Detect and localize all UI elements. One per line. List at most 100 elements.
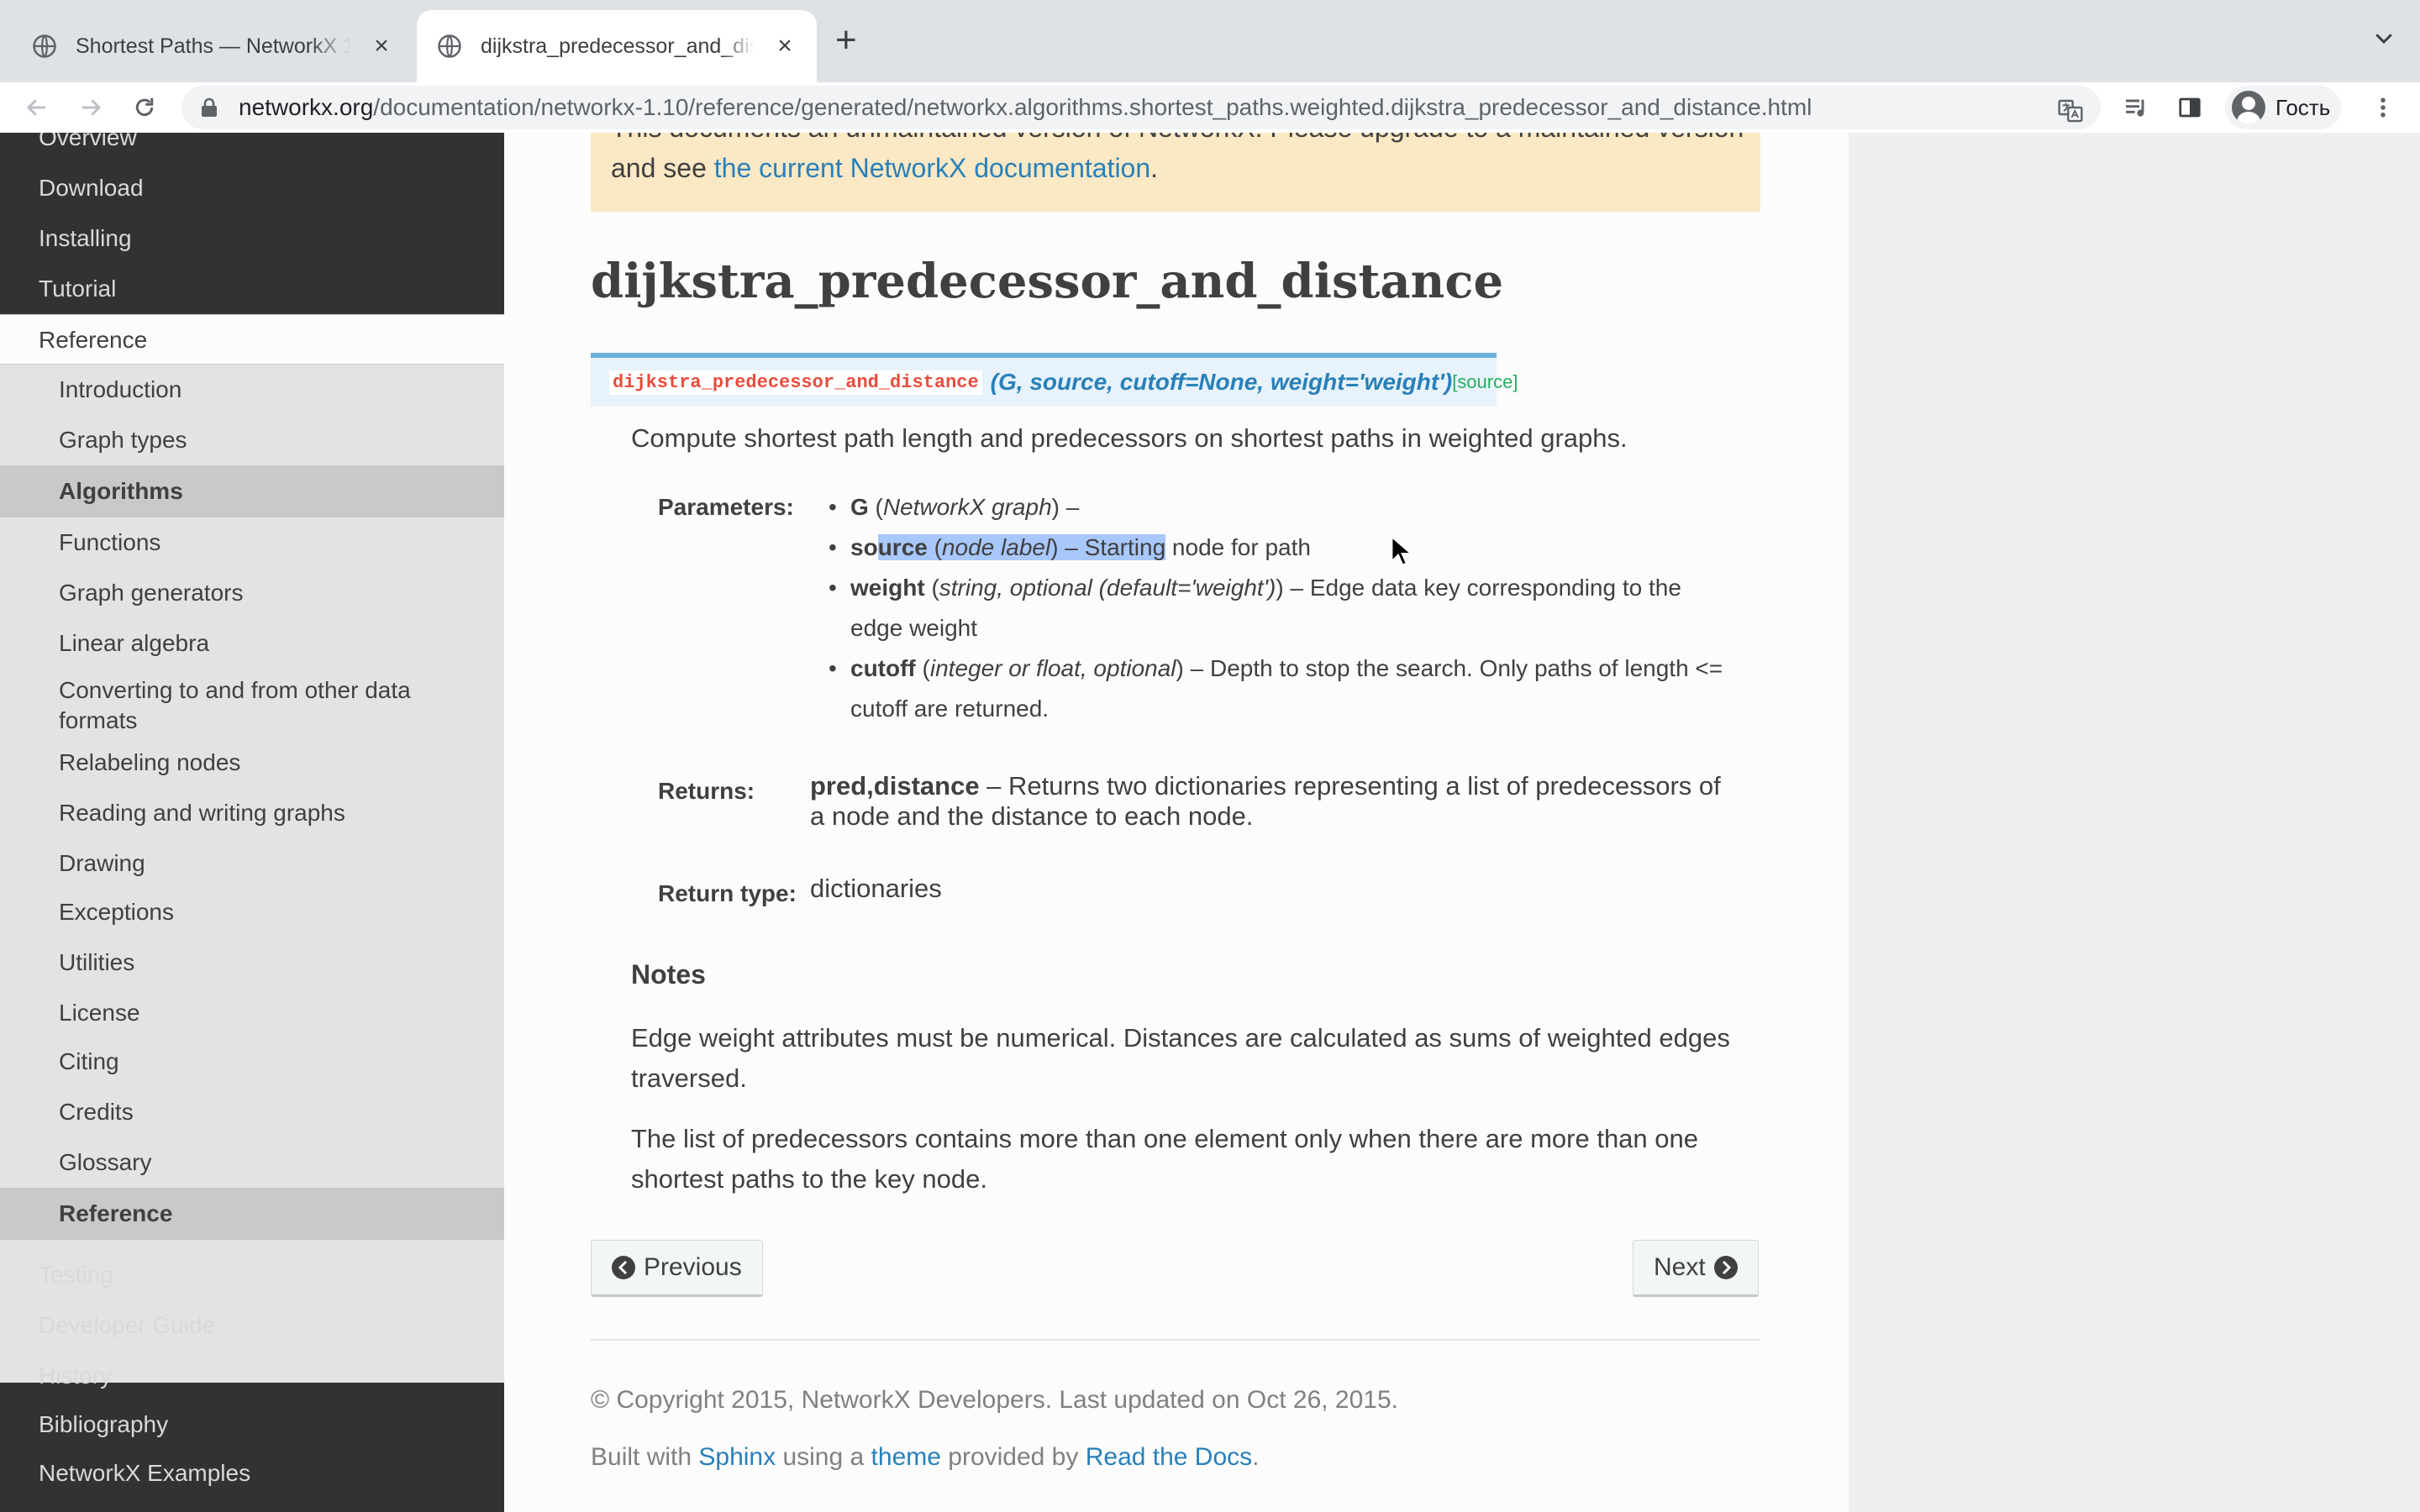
- version-warning: This documents an unmaintained version o…: [591, 133, 1760, 212]
- next-button[interactable]: Next: [1633, 1240, 1759, 1297]
- globe-icon: [33, 34, 56, 58]
- side-panel-button[interactable]: [2171, 89, 2208, 126]
- warning-period: .: [1150, 153, 1159, 183]
- bullet: •: [829, 655, 837, 681]
- signature-name: dijkstra_predecessor_and_distance: [609, 370, 982, 395]
- sidebar-subnav: Introduction Graph types Algorithms Func…: [0, 365, 504, 1383]
- source-link[interactable]: [source]: [1452, 371, 1518, 393]
- sidebar-subitem-graph-generators[interactable]: Graph generators: [0, 568, 504, 618]
- translate-icon: [2058, 99, 2083, 123]
- sidebar-item-download[interactable]: Download: [0, 163, 504, 213]
- footer-built-with: Built with Sphinx using a theme provided…: [591, 1443, 1260, 1472]
- profile-label: Гость: [2275, 94, 2331, 120]
- back-button[interactable]: [18, 89, 55, 126]
- sidebar-subitem-converting[interactable]: Converting to and from other data format…: [0, 675, 471, 736]
- sidebar-subitem-functions[interactable]: Functions: [0, 517, 504, 568]
- url-text[interactable]: networkx.org/documentation/networkx-1.10…: [239, 94, 1812, 121]
- current-docs-link[interactable]: the current NetworkX documentation: [714, 153, 1150, 183]
- param-type: string, optional (default='weight'): [939, 575, 1276, 601]
- arrow-right-circle-icon: [1713, 1256, 1738, 1279]
- sidebar-item-testing[interactable]: Testing: [0, 1250, 504, 1300]
- menu-icon: [2381, 97, 2386, 118]
- return-type-label: Return type:: [658, 880, 797, 906]
- sphinx-link[interactable]: Sphinx: [698, 1443, 776, 1471]
- sidebar-subitem-citing[interactable]: Citing: [0, 1037, 504, 1087]
- sidebar-subitem-algorithms[interactable]: Algorithms: [0, 465, 504, 517]
- sidebar-subitem-utilities[interactable]: Utilities: [0, 937, 504, 988]
- globe-icon: [438, 34, 461, 58]
- param-desc: node for path: [1165, 534, 1311, 560]
- return-type-value: dictionaries: [810, 874, 942, 903]
- param-name: G: [850, 494, 869, 520]
- tab-title: dijkstra_predecessor_and_distance: [481, 34, 755, 58]
- read-the-docs-link[interactable]: Read the Docs: [1086, 1443, 1252, 1471]
- param-name-a: so: [850, 534, 878, 560]
- new-tab-button[interactable]: +: [835, 22, 857, 59]
- sidebar-item-reference[interactable]: Reference: [0, 314, 504, 365]
- sidebar-subitem-credits[interactable]: Credits: [0, 1087, 504, 1137]
- note-paragraph-2: The list of predecessors contains more t…: [631, 1124, 1699, 1194]
- param-desc-selected: ) – Starting: [1050, 534, 1166, 560]
- param-name-b: urce: [877, 534, 928, 560]
- previous-button[interactable]: Previous: [591, 1240, 763, 1297]
- returns-value: pred,distance – Returns two dictionaries…: [810, 771, 1734, 832]
- mouse-cursor-icon: [1391, 536, 1411, 566]
- profile-button[interactable]: Гость: [2225, 86, 2341, 129]
- back-icon: [26, 99, 45, 116]
- lock-icon[interactable]: [200, 97, 218, 118]
- arrow-left-circle-icon: [612, 1256, 635, 1279]
- sidebar-subitem-graph-types[interactable]: Graph types: [0, 415, 504, 465]
- sidebar-item-overview[interactable]: Overview: [0, 133, 504, 163]
- sidebar-subitem-exceptions[interactable]: Exceptions: [0, 887, 504, 937]
- sidebar-subitem-introduction[interactable]: Introduction: [0, 365, 504, 415]
- sidebar-nav: Overview Download Installing Tutorial Re…: [0, 133, 504, 1512]
- sidebar-subitem-license[interactable]: License: [0, 988, 504, 1038]
- param-type: integer or float, optional: [929, 655, 1176, 681]
- forward-icon: [82, 99, 102, 116]
- bullet: •: [829, 575, 837, 601]
- sidebar-subitem-reference[interactable]: Reference: [0, 1188, 504, 1240]
- sidebar-subitem-drawing[interactable]: Drawing: [0, 838, 504, 889]
- tab-shortest-paths[interactable]: Shortest Paths — NetworkX 1.10 ×: [12, 10, 413, 82]
- footer-divider: [591, 1339, 1760, 1341]
- bullet: •: [829, 534, 837, 560]
- sidebar-item-bibliography[interactable]: Bibliography: [0, 1399, 504, 1450]
- sidepanel-icon: [2179, 97, 2201, 118]
- url-host: networkx.org: [239, 94, 374, 120]
- chevron-down-icon[interactable]: [2371, 25, 2396, 50]
- footer-text: provided by: [940, 1443, 1086, 1471]
- sidebar-subitem-relabeling[interactable]: Relabeling nodes: [0, 738, 504, 788]
- returns-name: pred,distance: [810, 771, 980, 801]
- forward-button[interactable]: [72, 89, 109, 126]
- close-icon[interactable]: ×: [370, 32, 393, 60]
- tab-title: Shortest Paths — NetworkX 1.10: [76, 34, 351, 58]
- page-margin: [1849, 133, 2420, 1512]
- param-type: NetworkX graph: [882, 494, 1052, 520]
- sidebar-item-tutorial[interactable]: Tutorial: [0, 264, 504, 314]
- parameters-label: Parameters:: [658, 494, 794, 520]
- tab-dijkstra[interactable]: dijkstra_predecessor_and_distance ×: [417, 10, 817, 82]
- sidebar-item-examples[interactable]: NetworkX Examples: [0, 1448, 504, 1499]
- note-paragraph-1: Edge weight attributes must be numerical…: [631, 1023, 1730, 1093]
- next-label: Next: [1654, 1253, 1706, 1281]
- sidebar-item-history[interactable]: History: [0, 1351, 504, 1401]
- close-icon[interactable]: ×: [773, 32, 797, 60]
- theme-link[interactable]: theme: [871, 1443, 941, 1471]
- translate-button[interactable]: [2052, 92, 2089, 129]
- media-button[interactable]: [2118, 89, 2154, 126]
- browser-menu-button[interactable]: [2365, 89, 2402, 126]
- sidebar-subitem-reading-writing[interactable]: Reading and writing graphs: [0, 788, 504, 838]
- bullet: •: [829, 494, 837, 520]
- reload-icon: [135, 97, 154, 117]
- footer-text: using a: [776, 1443, 871, 1471]
- sidebar-item-installing[interactable]: Installing: [0, 213, 504, 264]
- avatar-icon: [2232, 91, 2265, 124]
- address-bar[interactable]: networkx.org/documentation/networkx-1.10…: [182, 86, 2101, 129]
- param-name: cutoff: [850, 655, 916, 681]
- sidebar-subitem-linear-algebra[interactable]: Linear algebra: [0, 618, 504, 669]
- sidebar-item-developer-guide[interactable]: Developer Guide: [0, 1300, 504, 1351]
- signature-params: (G, source, cutoff=None, weight='weight'…: [990, 369, 1453, 395]
- footer-text: Built with: [591, 1443, 699, 1471]
- reload-button[interactable]: [126, 89, 163, 126]
- sidebar-subitem-glossary[interactable]: Glossary: [0, 1137, 504, 1188]
